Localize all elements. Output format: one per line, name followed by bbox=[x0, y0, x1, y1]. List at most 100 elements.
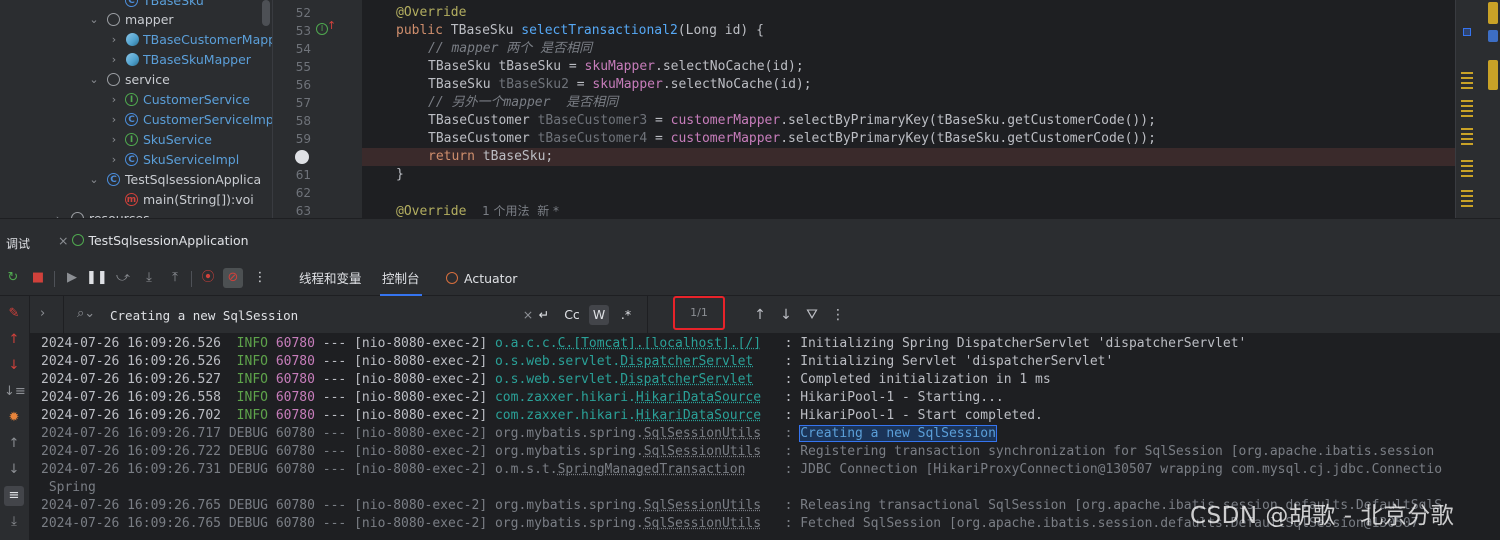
down-arrow-icon[interactable]: ↓ bbox=[4, 356, 24, 376]
scroll-down-icon[interactable]: ↓ bbox=[4, 460, 24, 480]
warning-marker[interactable] bbox=[1461, 165, 1473, 167]
warning-marker[interactable] bbox=[1461, 105, 1473, 107]
warning-marker[interactable] bbox=[1461, 200, 1473, 202]
divider bbox=[54, 271, 55, 287]
step-into-icon[interactable]: ⤓ bbox=[139, 268, 159, 288]
tree-item-application[interactable]: ⌄ C TestSqlsessionApplica bbox=[88, 170, 261, 190]
chevron-right-icon[interactable]: › bbox=[108, 130, 120, 150]
warning-marker[interactable] bbox=[1461, 160, 1473, 162]
code-editor[interactable]: @Override public TBaseSku selectTransact… bbox=[362, 0, 1455, 218]
filter-icon[interactable]: ⛛ bbox=[802, 305, 822, 325]
scroll-marker[interactable] bbox=[1488, 2, 1498, 24]
tree-item-tbasecustomermapper[interactable]: › TBaseCustomerMapper bbox=[108, 30, 272, 50]
warning-marker[interactable] bbox=[1461, 175, 1473, 177]
log-line: 2024-07-26 16:09:26.722 DEBUG 60780 --- … bbox=[41, 443, 1434, 461]
warning-marker[interactable] bbox=[1461, 133, 1473, 135]
breakpoint-icon[interactable] bbox=[295, 150, 309, 164]
tree-item-service[interactable]: ⌄ service bbox=[88, 70, 169, 90]
tree-item-skuserviceimpl[interactable]: › C SkuServiceImpl bbox=[108, 150, 239, 170]
pause-icon[interactable]: ❚❚ bbox=[86, 268, 108, 288]
bookmark-icon[interactable] bbox=[1463, 28, 1471, 36]
warning-marker[interactable] bbox=[1461, 205, 1473, 207]
log-line: Spring bbox=[41, 479, 96, 497]
code-line-61: } bbox=[396, 167, 404, 182]
warning-marker[interactable] bbox=[1461, 82, 1473, 84]
chevron-right-icon[interactable]: › bbox=[108, 110, 120, 130]
chevron-right-icon[interactable]: › bbox=[40, 306, 45, 321]
chevron-down-icon[interactable]: ⌄ bbox=[88, 170, 100, 190]
chevron-right-icon[interactable]: › bbox=[108, 150, 120, 170]
scroll-marker[interactable] bbox=[1488, 30, 1498, 42]
scroll-to-end-icon[interactable]: ⤓ bbox=[4, 512, 24, 532]
warning-marker[interactable] bbox=[1461, 128, 1473, 130]
chevron-down-icon[interactable]: ⌄ bbox=[88, 70, 100, 90]
warning-marker[interactable] bbox=[1461, 77, 1473, 79]
search-icon[interactable]: ⌕⌄ bbox=[77, 306, 95, 321]
tab-actuator[interactable]: Actuator bbox=[444, 262, 519, 296]
tree-item-skuservice[interactable]: › I SkuService bbox=[108, 130, 212, 150]
log-pid: 60780 bbox=[275, 354, 315, 369]
clear-console-icon[interactable]: ✎ bbox=[4, 304, 24, 324]
soft-wrap-icon[interactable]: ≡ bbox=[4, 486, 24, 506]
step-over-icon[interactable]: ⤻ bbox=[113, 268, 133, 288]
log-logger: org.mybatis.spring.SqlSessionUtils bbox=[494, 498, 762, 513]
log-timestamp: 2024-07-26 16:09:26.702 bbox=[41, 408, 229, 423]
tree-item-resources[interactable]: › resources bbox=[52, 209, 150, 218]
log-line: 2024-07-26 16:09:26.527 INFO 60780 --- [… bbox=[41, 371, 1051, 389]
chevron-right-icon[interactable]: › bbox=[52, 209, 64, 218]
warning-marker[interactable] bbox=[1461, 100, 1473, 102]
log-wrap: Spring bbox=[41, 480, 96, 495]
warning-marker[interactable] bbox=[1461, 195, 1473, 197]
chevron-right-icon[interactable]: › bbox=[108, 50, 120, 70]
search-match: Creating a new SqlSession bbox=[799, 425, 997, 442]
warning-marker[interactable] bbox=[1461, 143, 1473, 145]
more-icon[interactable]: ⋮ bbox=[828, 305, 848, 325]
tree-scrollbar[interactable] bbox=[262, 0, 270, 26]
more-icon[interactable]: ⋮ bbox=[250, 268, 270, 288]
chevron-right-icon[interactable]: › bbox=[108, 90, 120, 110]
tree-item-tbaseskumapper[interactable]: › TBaseSkuMapper bbox=[108, 50, 251, 70]
run-config-tab[interactable]: × TestSqlsessionApplication bbox=[50, 230, 255, 260]
warning-marker[interactable] bbox=[1461, 87, 1473, 89]
view-breakpoints-icon[interactable]: ⦿ bbox=[198, 268, 218, 288]
tree-item-main-method[interactable]: m main(String[]):voi bbox=[108, 190, 254, 210]
next-match-icon[interactable]: ↓ bbox=[776, 305, 796, 325]
warning-marker[interactable] bbox=[1461, 110, 1473, 112]
line-number: 52 bbox=[295, 6, 311, 20]
chevron-down-icon[interactable]: ⌄ bbox=[88, 10, 100, 30]
tab-console[interactable]: 控制台 bbox=[380, 262, 422, 296]
stop-icon[interactable]: ■ bbox=[28, 268, 48, 288]
search-input[interactable] bbox=[110, 305, 510, 325]
tree-item-mapper[interactable]: ⌄ mapper bbox=[88, 10, 173, 30]
previous-match-icon[interactable]: ↑ bbox=[750, 305, 770, 325]
sort-icon[interactable]: ↓≡ bbox=[4, 382, 26, 402]
debug-bug-icon[interactable]: ✹ bbox=[4, 408, 24, 428]
whole-word-toggle[interactable]: W bbox=[589, 305, 609, 325]
new-line-icon[interactable]: ↵ bbox=[534, 305, 554, 325]
override-arrow-icon[interactable]: ↑ bbox=[327, 19, 336, 32]
warning-marker[interactable] bbox=[1461, 115, 1473, 117]
warning-marker[interactable] bbox=[1461, 190, 1473, 192]
regex-toggle[interactable]: .* bbox=[616, 305, 636, 325]
scroll-marker[interactable] bbox=[1488, 60, 1498, 90]
log-level: DEBUG bbox=[228, 426, 276, 441]
log-timestamp: 2024-07-26 16:09:26.731 bbox=[41, 462, 229, 477]
scroll-up-icon[interactable]: ↑ bbox=[4, 434, 24, 454]
step-out-icon[interactable]: ⤒ bbox=[165, 268, 185, 288]
rerun-icon[interactable]: ↻ bbox=[3, 268, 23, 288]
project-tree: C TBaseSku ⌄ mapper › TBaseCustomerMappe… bbox=[0, 0, 272, 218]
tree-item-customerserviceimpl[interactable]: › C CustomerServiceImpl bbox=[108, 110, 272, 130]
mute-breakpoints-icon[interactable]: ⊘ bbox=[223, 268, 243, 288]
up-arrow-icon[interactable]: ↑ bbox=[4, 330, 24, 350]
log-pid: 60780 bbox=[275, 462, 315, 477]
warning-marker[interactable] bbox=[1461, 170, 1473, 172]
warning-marker[interactable] bbox=[1461, 138, 1473, 140]
match-case-toggle[interactable]: Cc bbox=[562, 305, 582, 325]
close-icon[interactable]: × bbox=[58, 233, 68, 248]
warning-marker[interactable] bbox=[1461, 72, 1473, 74]
resume-icon[interactable]: ▶ bbox=[62, 268, 82, 288]
chevron-right-icon[interactable]: › bbox=[108, 30, 120, 50]
tab-threads-variables[interactable]: 线程和变量 bbox=[297, 262, 364, 296]
log-pid: 60780 bbox=[275, 444, 315, 459]
tree-item-customerservice[interactable]: › I CustomerService bbox=[108, 90, 250, 110]
